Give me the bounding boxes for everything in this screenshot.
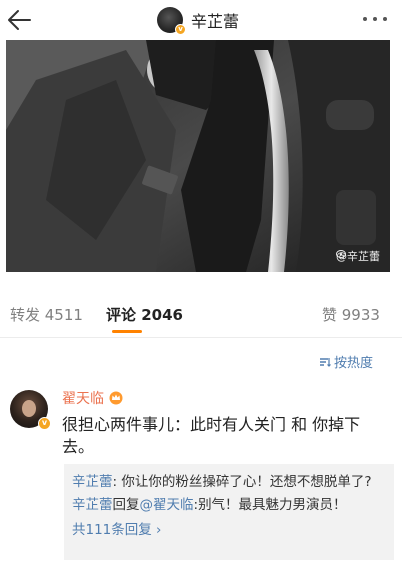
commenter-name[interactable]: 翟天临 xyxy=(62,388,104,408)
reply-text: 你让你的粉丝操碎了心！还想不想脱单了? xyxy=(121,474,372,490)
verified-badge-icon: v xyxy=(175,24,186,35)
reply-item: 辛芷蕾: 你让你的粉丝操碎了心！还想不想脱单了? xyxy=(72,472,386,492)
tab-active-indicator xyxy=(112,330,142,333)
reply-text: 别气！最具魅力男演员！ xyxy=(198,497,347,513)
tab-repost[interactable]: 转发 4511 xyxy=(10,304,83,325)
tab-comments[interactable]: 评论 2046 xyxy=(106,304,183,325)
comment-text: 很担心两件事儿：此时有人关门 和 你掉下去。 xyxy=(62,415,361,456)
more-replies-link[interactable]: 共111条回复 › xyxy=(72,518,386,538)
top-bar: v 辛芷蕾 xyxy=(0,0,402,40)
more-dots-icon[interactable] xyxy=(360,10,390,28)
sort-by-hot-button[interactable]: 按热度 xyxy=(319,352,373,371)
reply-mention[interactable]: @翟天临 xyxy=(140,497,194,513)
watermark: @辛芷蕾 xyxy=(336,248,380,264)
sort-icon xyxy=(320,357,331,367)
reply-author[interactable]: 辛芷蕾 xyxy=(72,497,113,513)
arrow-left-icon[interactable] xyxy=(4,6,36,34)
vip-crown-icon xyxy=(109,391,123,405)
post-photo[interactable]: @辛芷蕾 xyxy=(6,40,390,272)
reply-author[interactable]: 辛芷蕾 xyxy=(72,474,113,490)
commenter-name-row[interactable]: 翟天临 xyxy=(62,388,124,408)
tab-bar: 转发 4511 评论 2046 赞 9933 xyxy=(0,290,402,338)
reply-keyword: 回复 xyxy=(112,497,140,513)
tab-likes[interactable]: 赞 9933 xyxy=(322,304,380,325)
weibo-logo-icon xyxy=(336,250,346,258)
avatar[interactable]: v xyxy=(157,7,186,35)
header-username[interactable]: 辛芷蕾 xyxy=(191,8,239,32)
post-photo-image xyxy=(6,40,390,272)
reply-box[interactable]: 辛芷蕾: 你让你的粉丝操碎了心！还想不想脱单了? 辛芷蕾回复@翟天临:别气！最具… xyxy=(64,464,394,560)
reply-item: 辛芷蕾回复@翟天临:别气！最具魅力男演员！ xyxy=(72,495,386,515)
commenter-avatar[interactable]: v xyxy=(10,390,51,430)
header-user[interactable]: v 辛芷蕾 xyxy=(157,6,239,35)
sort-label: 按热度 xyxy=(334,356,374,371)
verified-badge-icon: v xyxy=(38,417,51,430)
